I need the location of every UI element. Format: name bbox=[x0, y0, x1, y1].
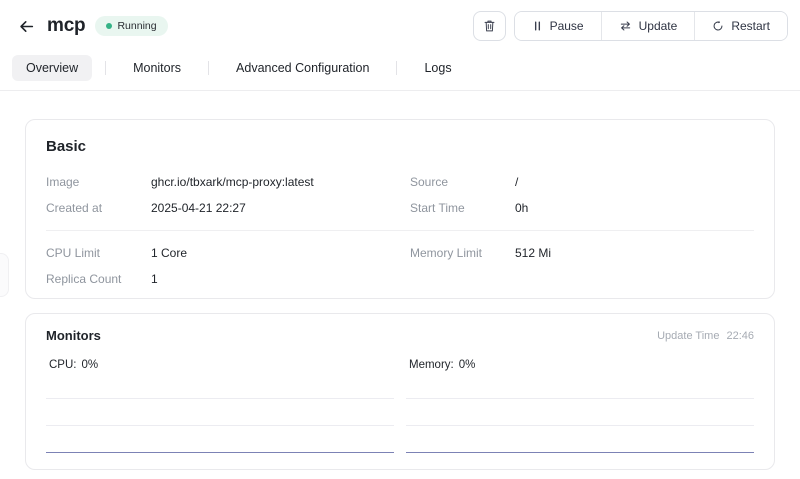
field-value: / bbox=[515, 175, 518, 190]
memory-chart bbox=[406, 398, 754, 453]
delete-button[interactable] bbox=[473, 11, 506, 41]
field-label: CPU Limit bbox=[46, 246, 151, 261]
basic-info-grid: Image ghcr.io/tbxark/mcp-proxy:latest So… bbox=[46, 169, 754, 221]
tab-overview[interactable]: Overview bbox=[12, 55, 92, 81]
header: mcp Running Pause Update bbox=[0, 0, 800, 42]
tab-bar: Overview Monitors Advanced Configuration… bbox=[0, 42, 800, 91]
update-button-label: Update bbox=[639, 19, 678, 33]
field-label: Start Time bbox=[410, 201, 515, 216]
field-image: Image ghcr.io/tbxark/mcp-proxy:latest bbox=[46, 169, 390, 195]
basic-limits-grid: CPU Limit 1 Core Memory Limit 512 Mi Rep… bbox=[46, 240, 754, 292]
tab-divider bbox=[396, 61, 397, 75]
memory-label: Memory: bbox=[409, 359, 454, 371]
gridline bbox=[406, 425, 754, 426]
tab-advanced-configuration[interactable]: Advanced Configuration bbox=[222, 55, 383, 81]
field-start-time: Start Time 0h bbox=[410, 195, 754, 221]
field-cpu-limit: CPU Limit 1 Core bbox=[46, 240, 390, 266]
field-label: Created at bbox=[46, 201, 151, 216]
side-drawer-handle[interactable] bbox=[0, 253, 9, 297]
field-value: 512 Mi bbox=[515, 246, 551, 261]
field-source: Source / bbox=[410, 169, 754, 195]
basic-card: Basic Image ghcr.io/tbxark/mcp-proxy:lat… bbox=[25, 119, 775, 299]
monitors-card: Monitors Update Time 22:46 CPU: 0% bbox=[25, 313, 775, 470]
status-dot-icon bbox=[106, 23, 112, 29]
field-value: 0h bbox=[515, 201, 528, 216]
cpu-usage-line bbox=[46, 452, 394, 454]
content: Basic Image ghcr.io/tbxark/mcp-proxy:lat… bbox=[0, 91, 800, 470]
pause-button-label: Pause bbox=[550, 19, 584, 33]
basic-card-title: Basic bbox=[46, 138, 754, 155]
pause-button[interactable]: Pause bbox=[515, 12, 601, 40]
cpu-value: 0% bbox=[81, 359, 98, 371]
update-time-label: Update Time bbox=[657, 330, 719, 342]
tab-logs[interactable]: Logs bbox=[410, 55, 465, 81]
field-value: 1 Core bbox=[151, 246, 187, 261]
back-arrow-icon bbox=[18, 18, 35, 35]
field-value: 2025-04-21 22:27 bbox=[151, 201, 246, 216]
monitors-card-title: Monitors bbox=[46, 328, 101, 343]
field-memory-limit: Memory Limit 512 Mi bbox=[410, 240, 754, 266]
status-badge: Running bbox=[95, 16, 167, 36]
memory-chart-block: Memory: 0% bbox=[406, 357, 754, 453]
pause-icon bbox=[532, 20, 543, 32]
cpu-chart-block: CPU: 0% bbox=[46, 357, 394, 453]
field-label: Memory Limit bbox=[410, 246, 515, 261]
restart-button-label: Restart bbox=[731, 19, 770, 33]
monitors-header: Monitors Update Time 22:46 bbox=[46, 328, 754, 343]
monitor-charts: CPU: 0% Memory: 0% bbox=[46, 357, 754, 453]
gridline bbox=[46, 425, 394, 426]
memory-value: 0% bbox=[459, 359, 476, 371]
update-time-value: 22:46 bbox=[726, 330, 754, 342]
cpu-label: CPU: bbox=[49, 359, 76, 371]
field-replica-count: Replica Count 1 bbox=[46, 266, 390, 292]
header-actions: Pause Update Restart bbox=[473, 11, 788, 41]
tab-divider bbox=[208, 61, 209, 75]
tab-monitors[interactable]: Monitors bbox=[119, 55, 195, 81]
gridline bbox=[46, 398, 394, 399]
status-badge-label: Running bbox=[117, 20, 156, 32]
field-label: Source bbox=[410, 175, 515, 190]
field-value: 1 bbox=[151, 272, 158, 287]
memory-chart-caption: Memory: 0% bbox=[409, 359, 754, 371]
trash-icon bbox=[483, 19, 496, 33]
update-arrows-icon bbox=[619, 20, 632, 32]
cpu-chart bbox=[46, 398, 394, 453]
field-label: Image bbox=[46, 175, 151, 190]
tab-divider bbox=[105, 61, 106, 75]
field-value: ghcr.io/tbxark/mcp-proxy:latest bbox=[151, 175, 314, 190]
field-created-at: Created at 2025-04-21 22:27 bbox=[46, 195, 390, 221]
page-title: mcp bbox=[47, 15, 85, 37]
restart-button[interactable]: Restart bbox=[694, 12, 787, 40]
action-button-group: Pause Update Restart bbox=[514, 11, 788, 41]
section-divider bbox=[46, 230, 754, 231]
memory-usage-line bbox=[406, 452, 754, 454]
update-button[interactable]: Update bbox=[601, 12, 695, 40]
cpu-chart-caption: CPU: 0% bbox=[49, 359, 394, 371]
back-button[interactable] bbox=[12, 14, 41, 39]
field-label: Replica Count bbox=[46, 272, 151, 287]
restart-icon bbox=[712, 20, 724, 32]
update-time: Update Time 22:46 bbox=[657, 330, 754, 342]
gridline bbox=[406, 398, 754, 399]
